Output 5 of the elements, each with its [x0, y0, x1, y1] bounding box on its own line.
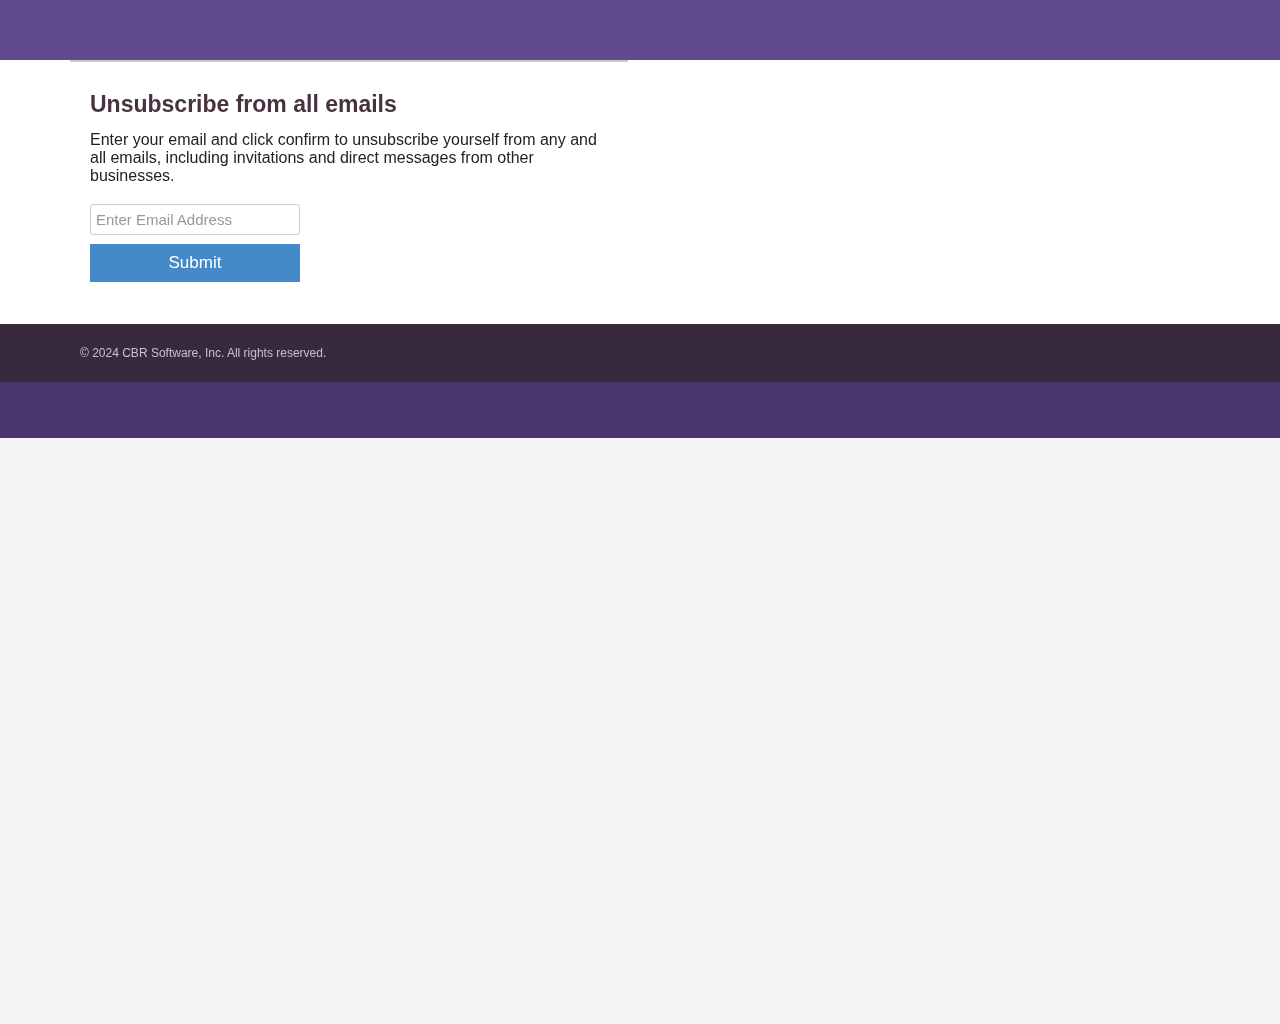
submit-button[interactable]: Submit: [90, 244, 300, 282]
copyright-text: © 2024 CBR Software, Inc. All rights reserved.: [80, 346, 327, 360]
email-field[interactable]: Enter Email Address: [90, 204, 300, 235]
page-title: Unsubscribe from all emails: [90, 91, 398, 118]
description-text: Enter your email and click confirm to unsubscribe yourself from any and all emails, including invitations and direct messages from other businesses.: [90, 131, 598, 185]
